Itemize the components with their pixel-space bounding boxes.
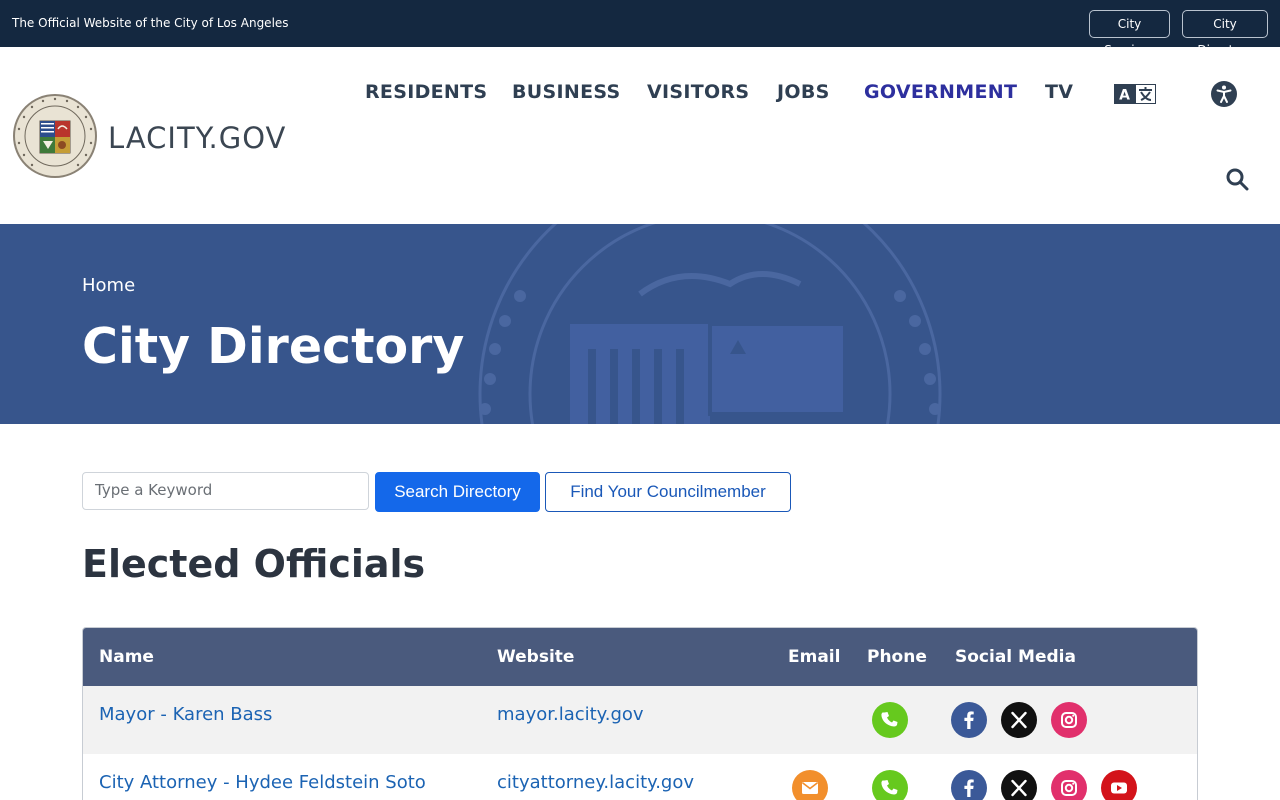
accessibility-icon[interactable] (1211, 81, 1237, 107)
phone-icon (872, 770, 908, 800)
official-name-link[interactable]: City Attorney - Hydee Feldstein Soto (99, 772, 426, 793)
section-title: Elected Officials (82, 542, 426, 586)
phone-button[interactable] (872, 770, 908, 800)
table-row: Mayor - Karen Bass mayor.lacity.gov (83, 686, 1197, 754)
translate-icon[interactable]: A (1114, 84, 1156, 104)
x-twitter-button[interactable] (1001, 770, 1037, 800)
official-website-link[interactable]: mayor.lacity.gov (497, 704, 644, 725)
youtube-button[interactable] (1101, 770, 1137, 800)
nav-jobs[interactable]: JOBS (777, 81, 830, 103)
official-website-link[interactable]: cityattorney.lacity.gov (497, 772, 694, 793)
breadcrumb-home[interactable]: Home (82, 275, 135, 296)
table-row: City Attorney - Hydee Feldstein Soto cit… (83, 754, 1197, 800)
facebook-icon (951, 770, 987, 800)
facebook-button[interactable] (951, 702, 987, 738)
site-header: LACITY.GOV RESIDENTS BUSINESS VISITORS J… (0, 47, 1280, 224)
facebook-button[interactable] (951, 770, 987, 800)
email-button[interactable] (792, 770, 828, 800)
column-header-name: Name (99, 647, 154, 667)
city-services-button[interactable]: City Services (1089, 10, 1170, 57)
page-title: City Directory (82, 318, 465, 375)
youtube-icon (1101, 770, 1137, 800)
x-icon (1001, 770, 1037, 800)
official-site-text: The Official Website of the City of Los … (12, 16, 289, 30)
nav-residents[interactable]: RESIDENTS (365, 81, 487, 103)
column-header-website: Website (497, 647, 575, 667)
column-header-social-media: Social Media (955, 647, 1076, 667)
instagram-button[interactable] (1051, 770, 1087, 800)
envelope-icon (792, 770, 828, 800)
keyword-search-input[interactable] (82, 472, 369, 510)
nav-tv[interactable]: TV (1045, 81, 1073, 103)
city-directory-button[interactable]: City Directory (1182, 10, 1268, 57)
column-header-phone: Phone (867, 647, 927, 667)
hero-banner: Home City Directory (0, 224, 1280, 424)
search-directory-button[interactable]: Search Directory (375, 472, 540, 512)
table-header: Name Website Email Phone Social Media (83, 628, 1197, 686)
elected-officials-table: Name Website Email Phone Social Media Ma… (82, 627, 1198, 800)
official-name-link[interactable]: Mayor - Karen Bass (99, 704, 272, 725)
nav-government[interactable]: GOVERNMENT (864, 81, 1017, 103)
instagram-icon (1051, 702, 1087, 738)
instagram-icon (1051, 770, 1087, 800)
city-seal-logo[interactable] (12, 93, 98, 179)
phone-button[interactable] (872, 702, 908, 738)
instagram-button[interactable] (1051, 702, 1087, 738)
find-councilmember-button[interactable]: Find Your Councilmember (545, 472, 791, 512)
facebook-icon (951, 702, 987, 738)
city-seal-watermark (478, 224, 942, 424)
nav-business[interactable]: BUSINESS (512, 81, 620, 103)
column-header-email: Email (788, 647, 841, 667)
search-icon[interactable] (1225, 167, 1249, 191)
svg-text:A: A (1119, 88, 1130, 104)
phone-icon (872, 702, 908, 738)
x-icon (1001, 702, 1037, 738)
utility-bar: The Official Website of the City of Los … (0, 0, 1280, 57)
nav-visitors[interactable]: VISITORS (647, 81, 749, 103)
x-twitter-button[interactable] (1001, 702, 1037, 738)
site-brand[interactable]: LACITY.GOV (108, 121, 286, 155)
